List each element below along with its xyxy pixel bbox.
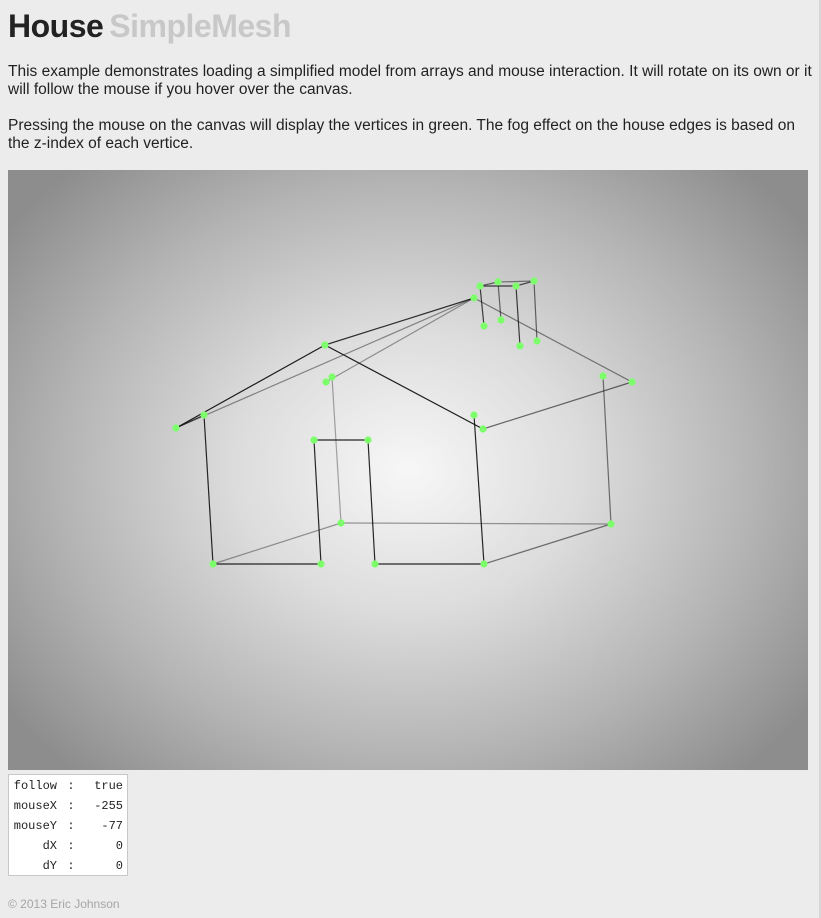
- house-vertex: [607, 520, 615, 528]
- stats-panel: follow : true mouseX : -255 mouseY : -77…: [8, 774, 128, 876]
- house-edge: [473, 414, 485, 565]
- stat-row-dx: dX : 0: [9, 836, 127, 856]
- house-vertex: [317, 560, 325, 568]
- house-vertex: [530, 277, 538, 285]
- house-edge: [175, 414, 205, 429]
- stat-key: dX: [42, 839, 57, 853]
- house-edge: [325, 297, 475, 383]
- stat-separator: :: [67, 799, 75, 813]
- house-mesh-svg: [172, 277, 636, 568]
- house-vertex: [337, 519, 345, 527]
- house-vertex: [328, 373, 336, 381]
- stat-separator: :: [67, 859, 75, 873]
- house-vertex: [371, 560, 379, 568]
- stat-separator: :: [67, 819, 75, 833]
- description-paragraph-2: Pressing the mouse on the canvas will di…: [8, 117, 795, 152]
- house-edge: [324, 344, 484, 430]
- house-edge: [479, 285, 485, 327]
- house-vertex: [628, 378, 636, 386]
- house-edge: [497, 281, 502, 321]
- page-title: House SimpleMesh: [8, 6, 292, 46]
- house-edge: [203, 414, 214, 565]
- stat-value: 0: [115, 859, 123, 873]
- house-edge: [473, 297, 633, 383]
- house-edge: [313, 439, 322, 565]
- house-edge: [497, 280, 535, 283]
- house-vertex: [470, 411, 478, 419]
- footer-copyright: © 2013 Eric Johnson: [8, 897, 120, 911]
- stat-separator: :: [67, 779, 75, 793]
- house-edge: [602, 375, 612, 525]
- stat-key: mouseX: [13, 799, 57, 813]
- house-vertex: [322, 378, 330, 386]
- house-edge: [533, 280, 538, 342]
- house-vertex: [479, 425, 487, 433]
- stat-key: mouseY: [13, 819, 57, 833]
- title-main: House: [8, 8, 104, 44]
- house-vertex: [480, 322, 488, 330]
- description-paragraph-1: This example demonstrates loading a simp…: [8, 63, 812, 98]
- house-vertex: [209, 560, 217, 568]
- stat-value: true: [94, 779, 123, 793]
- house-vertex: [512, 282, 520, 290]
- house-edge: [483, 523, 612, 565]
- house-vertex: [470, 294, 478, 302]
- stat-row-mousex: mouseX : -255: [9, 796, 127, 816]
- house-edge: [175, 344, 326, 429]
- house-vertex: [480, 560, 488, 568]
- house-edge: [324, 297, 475, 346]
- stat-value: -77: [101, 819, 123, 833]
- stat-separator: :: [67, 839, 75, 853]
- house-vertex: [310, 436, 318, 444]
- house-vertex: [599, 372, 607, 380]
- house-edge: [331, 376, 342, 524]
- house-vertex: [476, 282, 484, 290]
- house-edge: [340, 522, 612, 525]
- house-vertex: [172, 424, 180, 432]
- house-vertex: [494, 278, 502, 286]
- stat-row-mousey: mouseY : -77: [9, 816, 127, 836]
- page: House SimpleMesh This example demonstrate…: [0, 0, 821, 918]
- house-edge: [175, 297, 475, 429]
- house-vertex: [497, 316, 505, 324]
- stat-value: -255: [94, 799, 123, 813]
- house-edge: [212, 522, 342, 565]
- house-vertex: [364, 436, 372, 444]
- stat-row-follow: follow : true: [9, 776, 127, 796]
- house-edge: [367, 439, 376, 565]
- stat-key: dY: [42, 859, 57, 873]
- house-vertex: [321, 341, 329, 349]
- title-sub: SimpleMesh: [109, 8, 292, 44]
- stat-key: follow: [13, 779, 57, 793]
- house-edge: [515, 285, 521, 347]
- stat-row-dy: dY : 0: [9, 856, 127, 876]
- house-edge: [482, 381, 633, 430]
- house-vertex: [533, 337, 541, 345]
- stat-value: 0: [115, 839, 123, 853]
- house-canvas[interactable]: [8, 170, 808, 770]
- house-vertex: [516, 342, 524, 350]
- house-vertex: [200, 411, 208, 419]
